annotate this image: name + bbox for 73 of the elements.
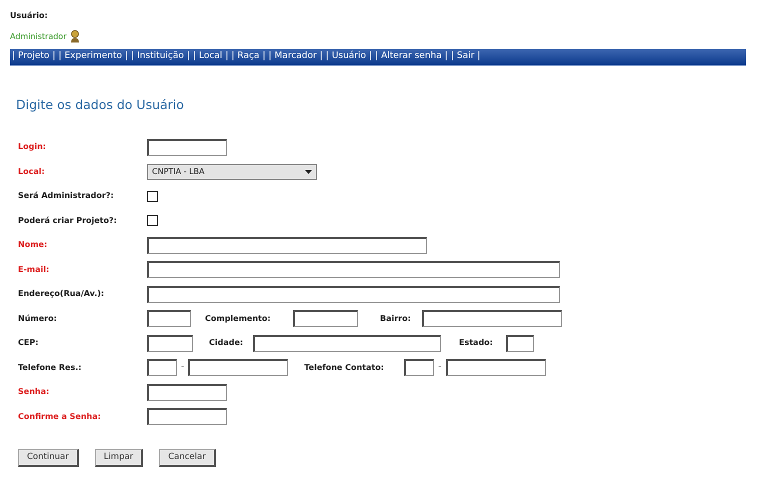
dash-separator: - bbox=[181, 360, 184, 374]
menu-link[interactable]: Usuário bbox=[332, 50, 366, 64]
text-field[interactable] bbox=[147, 334, 193, 352]
phone-field[interactable] bbox=[446, 359, 546, 376]
text-field[interactable] bbox=[147, 310, 191, 327]
text-field[interactable] bbox=[147, 384, 227, 400]
dash-separator: - bbox=[438, 360, 442, 374]
form-button[interactable]: Cancelar bbox=[159, 448, 216, 466]
text-field[interactable] bbox=[422, 310, 562, 327]
text-field[interactable] bbox=[147, 261, 560, 278]
menu-separator: | bbox=[131, 50, 134, 64]
menu-separator: | bbox=[12, 50, 16, 64]
text-field[interactable] bbox=[253, 334, 441, 352]
menu-separator: | bbox=[125, 50, 128, 64]
menu-separator: | bbox=[52, 50, 56, 64]
field-label: Senha: bbox=[18, 386, 50, 398]
field-label: Nome: bbox=[18, 239, 48, 251]
text-field[interactable] bbox=[506, 334, 534, 352]
menu-separator: | bbox=[262, 50, 266, 64]
area-code-field[interactable] bbox=[147, 359, 177, 376]
field-label: Número: bbox=[18, 312, 58, 324]
user-icon bbox=[70, 30, 80, 43]
menu-separator: | bbox=[231, 50, 234, 64]
menu-link[interactable]: Local bbox=[198, 50, 222, 64]
menu-separator: | bbox=[326, 50, 329, 64]
field-label: Poderá criar Projeto?: bbox=[18, 214, 118, 226]
menu-separator: | bbox=[320, 50, 323, 64]
field-label: Bairro: bbox=[380, 312, 412, 324]
area-code-field[interactable] bbox=[404, 359, 434, 376]
checkbox[interactable] bbox=[147, 215, 158, 226]
field-label: E-mail: bbox=[18, 264, 50, 276]
menu-link[interactable]: Experimento bbox=[64, 50, 122, 64]
menu-separator: | bbox=[192, 50, 196, 64]
user-role: Administrador bbox=[10, 30, 66, 42]
menu-separator: | bbox=[369, 50, 372, 64]
text-field[interactable] bbox=[293, 310, 358, 327]
menu-separator: | bbox=[225, 50, 228, 64]
menu-separator: | bbox=[375, 50, 378, 64]
field-label: Local: bbox=[18, 166, 46, 178]
field-label: Confirme a Senha: bbox=[18, 410, 102, 422]
menu-link[interactable]: Raça bbox=[237, 50, 260, 64]
form-button[interactable]: Continuar bbox=[18, 448, 79, 466]
field-label: Estado: bbox=[459, 337, 494, 349]
text-field[interactable] bbox=[147, 408, 227, 425]
menu-separator: | bbox=[186, 50, 190, 64]
form-title: Digite os dados do Usuário bbox=[16, 96, 185, 114]
field-label: Será Administrador?: bbox=[18, 190, 115, 202]
text-field[interactable] bbox=[147, 286, 560, 302]
menu-link[interactable]: Projeto bbox=[18, 50, 50, 64]
field-label: Telefone Res.: bbox=[18, 362, 82, 374]
field-label: Cidade: bbox=[209, 337, 244, 349]
menu-separator: | bbox=[444, 50, 448, 64]
field-label: Complemento: bbox=[205, 312, 272, 324]
menu-separator: | bbox=[58, 50, 62, 64]
phone-field[interactable] bbox=[188, 359, 288, 376]
checkbox[interactable] bbox=[147, 190, 158, 202]
location-dropdown[interactable]: CNPTIA - LBA bbox=[147, 164, 317, 180]
field-label: CEP: bbox=[18, 337, 40, 349]
menu-link[interactable]: Sair bbox=[456, 50, 474, 64]
field-label: Login: bbox=[18, 141, 47, 153]
form-button[interactable]: Limpar bbox=[94, 448, 144, 466]
menu-link[interactable]: Marcador bbox=[274, 50, 317, 64]
menu-link[interactable]: Alterar senha bbox=[381, 50, 442, 64]
field-label: Endereço(Rua/Av.): bbox=[18, 288, 106, 300]
field-label: Telefone Contato: bbox=[304, 362, 385, 374]
text-field[interactable] bbox=[147, 138, 227, 156]
menu-separator: | bbox=[477, 50, 480, 64]
menu-link[interactable]: Instituição bbox=[137, 50, 184, 64]
menu-separator: | bbox=[450, 50, 454, 64]
menu-separator: | bbox=[268, 50, 272, 64]
user-label: Usuário: bbox=[10, 10, 49, 22]
caret-icon bbox=[305, 170, 312, 174]
text-field[interactable] bbox=[147, 236, 427, 254]
